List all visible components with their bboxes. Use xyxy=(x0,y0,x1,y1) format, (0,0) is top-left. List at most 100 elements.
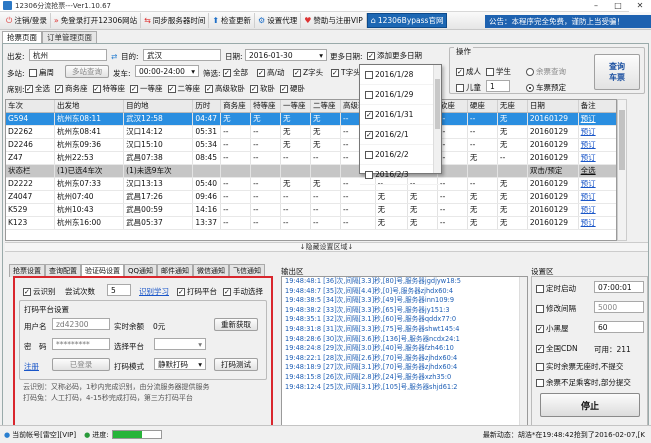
toolbar-button-5[interactable]: ♥ 赞助与注册VIP xyxy=(301,13,367,28)
seat-check[interactable] xyxy=(280,84,288,93)
filter-z[interactable]: Z字头 xyxy=(293,67,323,78)
adult-checkbox[interactable]: 成人 xyxy=(456,66,481,77)
date-option[interactable]: 2016/2/1 xyxy=(360,125,441,145)
book-link[interactable]: 预订 xyxy=(578,203,616,217)
filter-gd[interactable]: 高/动 xyxy=(257,67,285,78)
date-option-check[interactable] xyxy=(365,130,373,139)
child-count-input[interactable]: 1 xyxy=(486,80,510,92)
seat-filter-5[interactable]: 高级软卧 xyxy=(205,83,245,94)
seat-filter-7[interactable]: 硬卧 xyxy=(280,83,305,94)
log-scrollbar[interactable] xyxy=(519,277,527,435)
remaining-query-dot[interactable] xyxy=(526,67,534,76)
toolbar-button-1[interactable]: » 免登录打开12306网站 xyxy=(51,13,142,28)
column-header[interactable]: 硬座 xyxy=(467,100,498,113)
cloud-id-checkbox[interactable]: 云识别 xyxy=(23,286,56,297)
column-header[interactable]: 日期 xyxy=(527,100,579,113)
seat-check[interactable] xyxy=(167,84,176,93)
manual-checkbox[interactable]: 手动选择 xyxy=(223,286,263,297)
book-link[interactable]: 预订 xyxy=(578,190,616,204)
manual-check[interactable] xyxy=(223,287,231,296)
timer-input[interactable]: 07:00:01 xyxy=(594,281,644,293)
adult-check[interactable] xyxy=(456,67,464,76)
realtime-check[interactable] xyxy=(536,362,544,371)
dropdown-scrollbar[interactable] xyxy=(433,65,441,173)
seat-filter-1[interactable]: 商务座 xyxy=(55,83,88,94)
tab-order-management[interactable]: 订单管理页面 xyxy=(42,31,97,43)
seat-filter-4[interactable]: 二等座 xyxy=(167,83,200,94)
date-option[interactable]: 2016/2/3 xyxy=(360,165,441,185)
station-checkbox[interactable]: 扁周 xyxy=(29,67,54,78)
student-checkbox[interactable]: 学生 xyxy=(486,66,511,77)
table-row[interactable]: Z47杭州22:53武昌07:3808:45------------无--无--… xyxy=(6,151,616,165)
add-more-dates-checkbox[interactable]: 添加更多日期 xyxy=(367,50,422,61)
column-header[interactable]: 商务座 xyxy=(220,100,252,113)
book-link[interactable]: 预订 xyxy=(578,125,616,139)
interval-checkbox[interactable]: 修改间隔 xyxy=(536,303,576,314)
table-row[interactable]: K529 杭州10:43 武昌00:59 14:16 -- -- -- -- -- 无无 -- 无无 2… xyxy=(6,203,616,217)
refresh-balance-button[interactable]: 重新获取 xyxy=(214,318,258,331)
filter-all[interactable]: 全部 xyxy=(223,67,248,78)
child-check[interactable] xyxy=(456,83,464,92)
captcha-test-button[interactable]: 打码测试 xyxy=(214,358,258,371)
blackroom-input[interactable]: 60 xyxy=(594,321,644,333)
toolbar-button-0[interactable]: ⏻ 注销/登录 xyxy=(3,13,51,28)
column-header[interactable]: 车次 xyxy=(6,100,55,113)
column-header[interactable]: 备注 xyxy=(578,100,616,113)
date-option-check[interactable] xyxy=(365,70,373,79)
column-header[interactable]: 特等座 xyxy=(250,100,282,113)
table-row[interactable]: D2246杭州东09:36汉口15:1005:34----无无---------… xyxy=(6,138,616,152)
date-option-check[interactable] xyxy=(365,110,373,119)
dropdown-scroll-thumb[interactable] xyxy=(435,79,440,129)
date-option[interactable]: 2016/2/2 xyxy=(360,145,441,165)
seat-check[interactable] xyxy=(92,84,101,93)
book-link[interactable]: 预订 xyxy=(578,112,616,126)
table-row[interactable]: K123 杭州东16:00 武昌05:37 13:37 -- -- -- -- -- 无无 -- 无无… xyxy=(6,216,616,230)
try-times-input[interactable]: 5 xyxy=(107,284,131,296)
cloud-id-check[interactable] xyxy=(23,287,31,296)
column-header[interactable]: 无座 xyxy=(497,100,528,113)
seat-check[interactable] xyxy=(130,84,138,93)
date-option-check[interactable] xyxy=(365,90,373,99)
grid-scrollbar[interactable] xyxy=(617,99,627,241)
column-header[interactable]: 目的地 xyxy=(123,100,194,113)
learn-link[interactable]: 识别学习 xyxy=(139,286,169,297)
station-check[interactable] xyxy=(29,68,37,77)
interval-input[interactable]: 5000 xyxy=(594,301,644,313)
table-row[interactable]: G594杭州东08:11武汉12:5804:47无无无无----------无2… xyxy=(6,112,616,126)
partial-checkbox[interactable]: 余票不足乘客时,部分提交 xyxy=(536,377,631,388)
multi-station-query-button[interactable]: 多站查询 xyxy=(65,65,109,78)
hide-settings-bar[interactable]: ↓隐藏设置区域↓ xyxy=(5,242,648,252)
book-link[interactable]: 预订 xyxy=(578,177,616,191)
maximize-icon[interactable]: □ xyxy=(607,0,629,12)
realtime-checkbox[interactable]: 实时余票无座时,不提交 xyxy=(536,361,623,372)
book-dot[interactable] xyxy=(526,83,534,92)
close-icon[interactable]: ✕ xyxy=(629,0,651,12)
filter-gd-check[interactable] xyxy=(257,68,265,77)
swap-icon[interactable]: ⇄ xyxy=(111,52,117,61)
stop-button[interactable]: 停止 xyxy=(540,393,640,417)
interval-check[interactable] xyxy=(536,304,544,313)
seat-check[interactable] xyxy=(205,84,213,93)
toolbar-button-4[interactable]: ⚙ 设置代理 xyxy=(255,13,302,28)
to-input[interactable]: 武汉 xyxy=(143,49,221,61)
date-option-check[interactable] xyxy=(365,170,373,179)
depart-time-select[interactable]: 00:00-24:00 ▾ xyxy=(135,65,199,77)
tab-grab-tickets[interactable]: 抢票页面 xyxy=(2,31,42,43)
date-option[interactable]: 2016/1/28 xyxy=(360,65,441,85)
child-checkbox[interactable]: 儿童 xyxy=(456,82,481,93)
timer-check[interactable] xyxy=(536,284,544,293)
from-input[interactable]: 杭州 xyxy=(29,49,107,61)
book-radio[interactable]: 车票预定 xyxy=(526,82,566,93)
platform-select[interactable]: ▾ xyxy=(154,338,206,350)
column-header[interactable]: 二等座 xyxy=(310,100,342,113)
table-row[interactable]: D2222 杭州东07:33 汉口13:13 05:40 -- -- 无无 -- -- -- -- -… xyxy=(6,177,616,191)
toolbar-button-6[interactable]: ⌂ 12306Bypass官网 xyxy=(366,13,448,28)
seat-filter-2[interactable]: 特等座 xyxy=(92,83,125,94)
table-row[interactable]: D2262杭州东08:41汉口14:1205:31----无无---------… xyxy=(6,125,616,139)
column-header[interactable]: 出发地 xyxy=(54,100,125,113)
date-option-check[interactable] xyxy=(365,150,373,159)
toolbar-button-2[interactable]: ⇆ 同步服务器时间 xyxy=(141,13,210,28)
timer-checkbox[interactable]: 定时启动 xyxy=(536,283,576,294)
column-header[interactable]: 一等座 xyxy=(280,100,312,113)
platform-check[interactable] xyxy=(177,287,185,296)
